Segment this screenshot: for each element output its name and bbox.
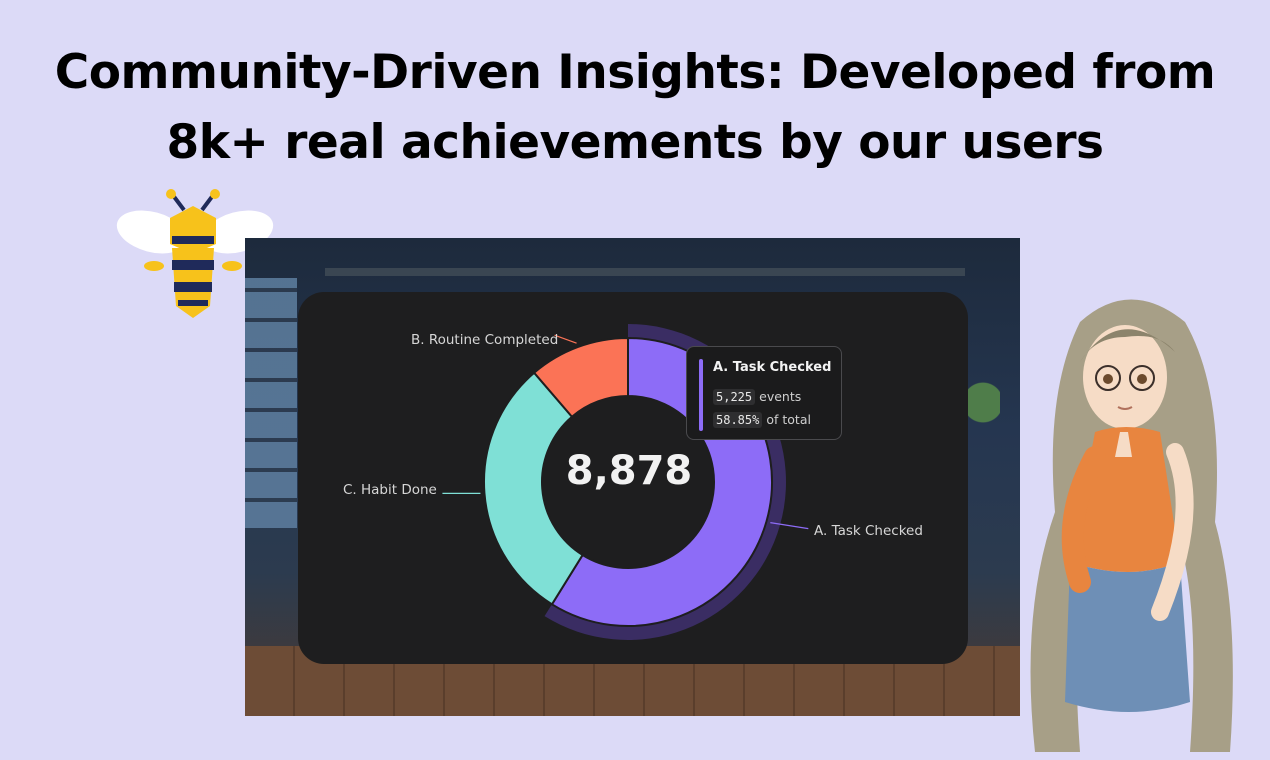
- tooltip-share-row: 58.85% of total: [713, 412, 811, 428]
- slice-label-routine: B. Routine Completed: [411, 332, 559, 348]
- chart-tooltip: A. Task Checked 5,225 events 58.85% of tot…: [686, 346, 842, 440]
- tooltip-color-bar: [699, 359, 703, 431]
- tooltip-share-value: 58.85%: [713, 412, 763, 428]
- tooltip-count-value: 5,225: [713, 389, 756, 405]
- slice-label-task: A. Task Checked: [814, 523, 923, 539]
- tooltip-count-row: 5,225 events: [713, 389, 802, 405]
- center-total: 8,878: [565, 448, 693, 494]
- anime-girl-illustration: [1030, 299, 1233, 752]
- slice-label-habit: C. Habit Done: [343, 482, 437, 498]
- tooltip-title: A. Task Checked: [713, 360, 832, 375]
- tooltip-share-unit: of total: [766, 412, 811, 427]
- tooltip-count-unit: events: [759, 389, 802, 404]
